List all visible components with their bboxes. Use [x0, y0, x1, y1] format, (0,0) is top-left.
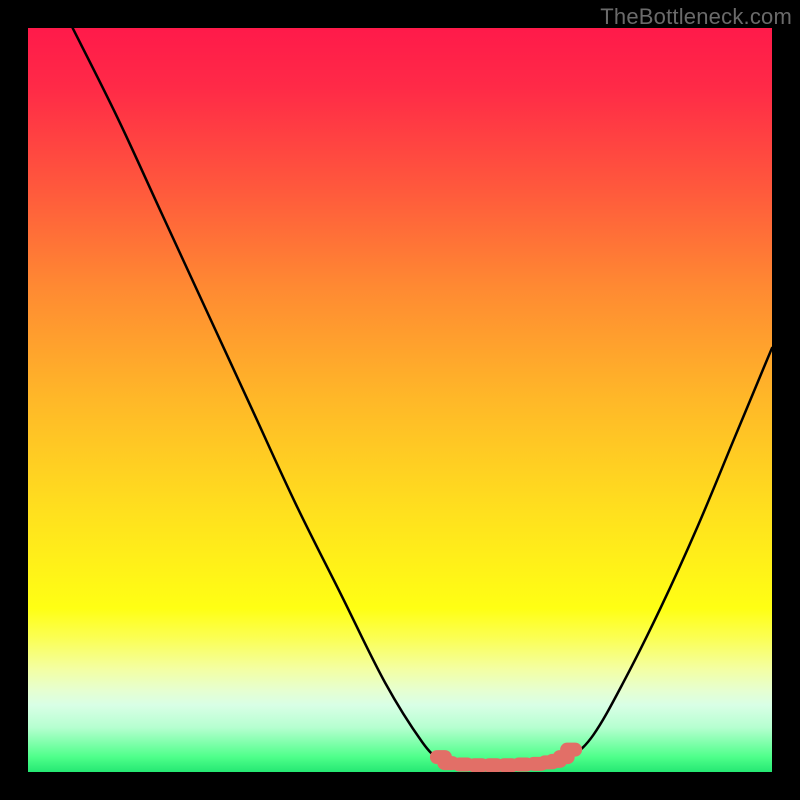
- chart-canvas: TheBottleneck.com: [0, 0, 800, 800]
- right-branch-curve: [556, 348, 772, 765]
- curve-layer: [28, 28, 772, 772]
- plot-area: [28, 28, 772, 772]
- highlight-markers: [437, 750, 575, 766]
- watermark-text: TheBottleneck.com: [600, 4, 792, 30]
- left-branch-curve: [73, 28, 449, 765]
